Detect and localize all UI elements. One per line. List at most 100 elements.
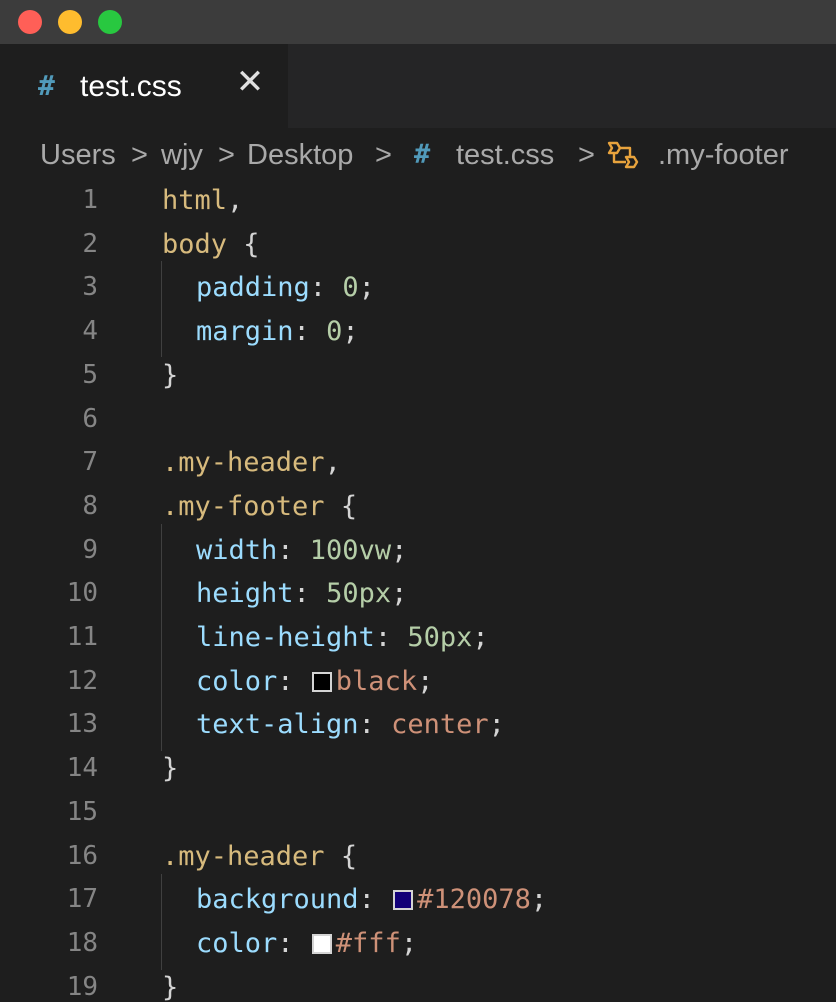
tab-label: test.css — [80, 70, 182, 103]
breadcrumb-item-wjy[interactable]: wjy — [161, 128, 203, 182]
line-number: 17 — [66, 884, 98, 915]
code-text: body { — [162, 223, 260, 267]
code-line[interactable]: 3 padding: 0; — [0, 266, 836, 310]
code-token: .my-header — [162, 447, 325, 479]
code-token: center — [391, 709, 489, 741]
line-number: 8 — [82, 490, 98, 521]
code-token: } — [162, 359, 179, 391]
code-line[interactable]: 16 .my-header { — [0, 835, 836, 879]
tab-test-css[interactable]: # test.css ✕ — [0, 44, 288, 128]
code-token: height — [196, 578, 294, 610]
code-text: .my-footer { — [162, 485, 357, 529]
line-number: 11 — [66, 622, 98, 652]
code-line[interactable]: 2 body { — [0, 223, 836, 267]
code-token: 100vw — [309, 534, 392, 566]
code-line[interactable]: 12 color: black; — [0, 660, 836, 704]
close-window-button[interactable] — [18, 10, 42, 34]
code-token: { — [324, 490, 358, 522]
code-text: .my-header, — [162, 441, 341, 485]
code-text: color: black; — [196, 660, 433, 704]
code-token: margin — [196, 316, 294, 348]
code-line[interactable]: 1 html, — [0, 179, 836, 223]
code-token: color — [196, 665, 278, 697]
code-token: 0 — [326, 316, 343, 348]
code-text: margin: 0; — [196, 310, 359, 354]
code-line[interactable]: 14} — [0, 747, 836, 791]
minimize-window-button[interactable] — [58, 10, 82, 34]
breadcrumb-separator: > — [218, 139, 235, 171]
line-number: 5 — [82, 359, 98, 390]
line-number: 16 — [66, 840, 98, 871]
breadcrumb-item-users[interactable]: Users — [40, 128, 116, 182]
code-token: ; — [488, 709, 505, 741]
code-line[interactable]: 7 .my-header, — [0, 441, 836, 485]
code-token: : — [293, 316, 327, 348]
code-token: #120078 — [417, 884, 531, 916]
css-file-icon: # — [414, 139, 431, 170]
close-icon[interactable]: ✕ — [230, 62, 270, 102]
code-token: , — [227, 185, 244, 216]
code-token: ; — [358, 272, 375, 304]
code-token: ; — [530, 884, 548, 916]
code-text: text-align: center; — [196, 703, 505, 747]
breadcrumb-item-desktop[interactable]: Desktop — [247, 128, 353, 182]
code-token: : — [277, 534, 310, 566]
code-text: } — [162, 747, 178, 791]
zoom-window-button[interactable] — [98, 10, 122, 34]
code-token: : — [374, 622, 408, 653]
code-line[interactable]: 5} — [0, 354, 836, 398]
line-number: 15 — [66, 796, 98, 827]
code-token: : — [358, 884, 392, 916]
css-file-icon: # — [38, 69, 55, 102]
code-token: #fff — [335, 927, 401, 959]
code-token: background — [196, 884, 359, 916]
color-swatch[interactable] — [311, 933, 332, 954]
breadcrumb: Users > wjy > Desktop > # test.css > .my… — [0, 128, 836, 182]
breadcrumb-item-test-css[interactable]: test.css — [456, 128, 554, 182]
code-token: ; — [472, 622, 489, 653]
color-swatch[interactable] — [311, 671, 332, 692]
code-text: .my-header { — [162, 835, 357, 879]
code-token: ; — [391, 534, 408, 566]
tab-bar: # test.css ✕ — [0, 44, 836, 128]
line-number: 19 — [66, 971, 98, 1002]
code-line[interactable]: 13 text-align: center; — [0, 703, 836, 747]
code-line[interactable]: 18 color: #fff; — [0, 922, 836, 966]
code-line[interactable]: 9 width: 100vw; — [0, 529, 836, 573]
color-swatch[interactable] — [393, 890, 414, 911]
code-line[interactable]: 4 margin: 0; — [0, 310, 836, 354]
breadcrumb-separator: > — [131, 139, 148, 171]
code-token: : — [309, 272, 343, 304]
css-selector-icon — [607, 141, 639, 169]
code-line[interactable]: 17 background: #120078; — [0, 878, 836, 922]
line-number: 1 — [82, 185, 98, 215]
line-number: 14 — [66, 753, 98, 784]
code-text: width: 100vw; — [196, 529, 407, 573]
code-line[interactable]: 6 — [0, 398, 836, 442]
breadcrumb-item-my-footer[interactable]: .my-footer — [658, 128, 789, 182]
code-token: html — [162, 185, 228, 216]
code-token: } — [162, 753, 179, 785]
code-text: padding: 0; — [196, 266, 375, 310]
code-editor[interactable]: 1 html, 2 body {3 padding: 0; 4 margin: 0; 5} 6 7… — [0, 180, 836, 1002]
editor-window: # test.css ✕ Users > wjy > Desktop > # t… — [0, 0, 836, 1002]
code-token: 50px — [326, 578, 392, 610]
code-line[interactable]: 15 — [0, 791, 836, 835]
code-line[interactable]: 11 line-height: 50px; — [0, 616, 836, 660]
line-number: 3 — [82, 272, 98, 303]
line-number: 7 — [82, 447, 98, 478]
code-token: line-height — [196, 622, 375, 653]
code-token: , — [324, 447, 341, 479]
code-line[interactable]: 19} — [0, 966, 836, 1002]
line-number: 18 — [66, 927, 98, 958]
code-line[interactable]: 8 .my-footer { — [0, 485, 836, 529]
code-line[interactable]: 10 height: 50px; — [0, 572, 836, 616]
line-number: 9 — [82, 534, 98, 565]
code-text: html, — [162, 179, 243, 223]
code-text: background: #120078; — [196, 878, 547, 922]
code-text: height: 50px; — [196, 572, 407, 616]
line-number: 13 — [66, 709, 98, 740]
code-token: : — [293, 578, 327, 610]
code-token: width — [196, 534, 278, 566]
code-token: padding — [196, 272, 310, 304]
